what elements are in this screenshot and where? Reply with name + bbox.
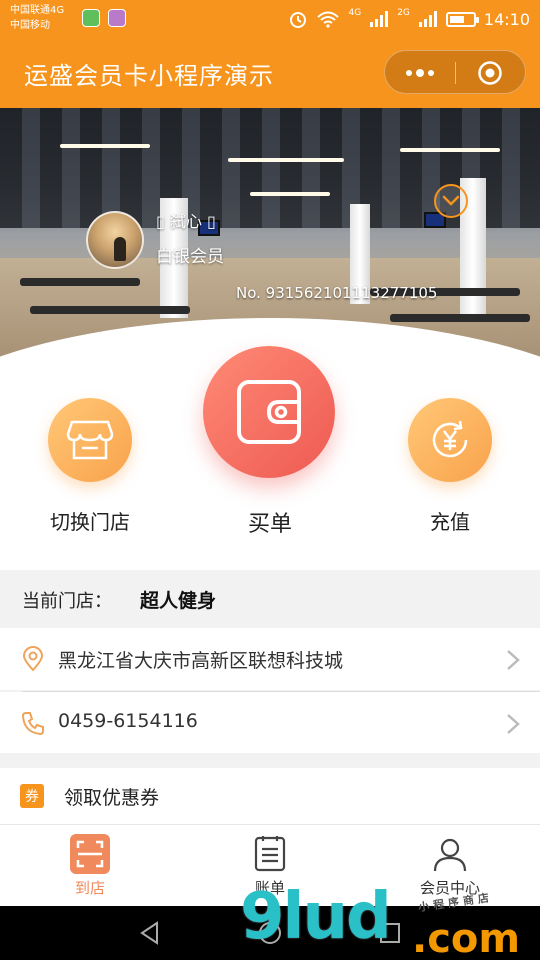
- recharge-label: 充值: [430, 510, 470, 534]
- tab-checkin-label: 到店: [74, 879, 105, 897]
- back-triangle-icon: [140, 921, 158, 945]
- recharge-button[interactable]: [408, 398, 492, 482]
- tab-checkin[interactable]: 到店: [0, 825, 180, 907]
- chevron-right-icon: [507, 650, 520, 670]
- quick-actions: 切换门店 买单 充值: [0, 346, 540, 570]
- alarm-icon: [290, 12, 307, 28]
- ceiling-light: [250, 192, 330, 196]
- ceiling-light: [60, 144, 150, 148]
- coupon-icon: 券: [20, 784, 44, 808]
- current-store-label: 当前门店：: [22, 591, 112, 612]
- member-card-banner: ▯ 弑心 ▯ 白银会员 No. 931562101113277105: [0, 108, 540, 370]
- battery-icon: [445, 11, 479, 27]
- section-gap: [0, 753, 540, 768]
- carrier-info: 中国联通4G 中国移动: [10, 3, 64, 33]
- user-icon: [429, 833, 471, 875]
- chevron-right-icon: [507, 714, 520, 734]
- scan-icon: [69, 833, 111, 875]
- page-title: 运盛会员卡小程序演示: [24, 62, 274, 90]
- wallet-icon: [237, 380, 301, 444]
- capsule-menu: [384, 50, 526, 94]
- get-coupon-label: 领取优惠券: [64, 787, 160, 809]
- wechat-notification-icon: [82, 9, 100, 27]
- pay-button[interactable]: [203, 346, 335, 478]
- more-dots-icon: [406, 69, 434, 77]
- signal-icon-2: [418, 11, 437, 27]
- member-level: 白银会员: [156, 247, 224, 267]
- treadmill: [390, 314, 530, 322]
- store-icon: [66, 420, 114, 460]
- signal-icon-1: [370, 11, 389, 27]
- member-name: ▯ 弑心 ▯: [156, 212, 216, 231]
- more-menu-button[interactable]: [385, 51, 455, 95]
- location-pin-icon: [22, 646, 44, 672]
- current-store-name: 超人健身: [140, 590, 217, 612]
- close-mini-program-button[interactable]: [455, 51, 525, 95]
- treadmill: [20, 278, 140, 286]
- store-phone-row[interactable]: 0459-6154116: [0, 692, 540, 754]
- store-address: 黑龙江省大庆市高新区联想科技城: [58, 650, 344, 672]
- status-bar: 中国联通4G 中国移动 4G 2G 14:10: [0, 0, 540, 38]
- avatar[interactable]: [86, 211, 144, 269]
- expand-card-button[interactable]: [434, 184, 468, 218]
- store-phone: 0459-6154116: [58, 710, 198, 732]
- chevron-down-icon: [442, 195, 460, 206]
- watermark-domain: .com: [412, 916, 521, 960]
- carrier-1: 中国联通4G: [10, 5, 65, 16]
- screen: 中国联通4G 中国移动 4G 2G 14:10 运盛会员卡小程序演示 ▯ 弑心 …: [0, 0, 540, 960]
- get-coupon-row[interactable]: 券 领取优惠券: [0, 768, 540, 824]
- watermark-logo: 9lud: [240, 880, 392, 954]
- bill-icon: [249, 833, 291, 875]
- pay-label: 买单: [247, 512, 292, 537]
- status-right: 4G 2G 14:10: [288, 7, 530, 31]
- switch-store-button[interactable]: [48, 398, 132, 482]
- clock: 14:10: [483, 9, 530, 29]
- ceiling-light: [400, 148, 500, 152]
- gallery-notification-icon: [108, 9, 126, 27]
- network-type-1: 4G: [348, 8, 362, 18]
- store-address-row[interactable]: 黑龙江省大庆市高新区联想科技城: [0, 628, 540, 690]
- wifi-icon: [317, 11, 340, 28]
- phone-icon: [21, 712, 44, 736]
- target-close-icon: [478, 61, 502, 85]
- carrier-2: 中国移动: [10, 20, 50, 31]
- card-number: No. 931562101113277105: [236, 284, 438, 302]
- treadmill: [30, 306, 190, 314]
- mini-program-nav-bar: 运盛会员卡小程序演示: [0, 38, 540, 108]
- current-store-header: 当前门店： 超人健身: [0, 570, 540, 628]
- back-button[interactable]: [135, 918, 165, 948]
- network-type-2: 2G: [397, 8, 410, 18]
- recharge-yen-icon: [432, 420, 468, 458]
- switch-store-label: 切换门店: [50, 510, 130, 534]
- ceiling-light: [228, 158, 344, 162]
